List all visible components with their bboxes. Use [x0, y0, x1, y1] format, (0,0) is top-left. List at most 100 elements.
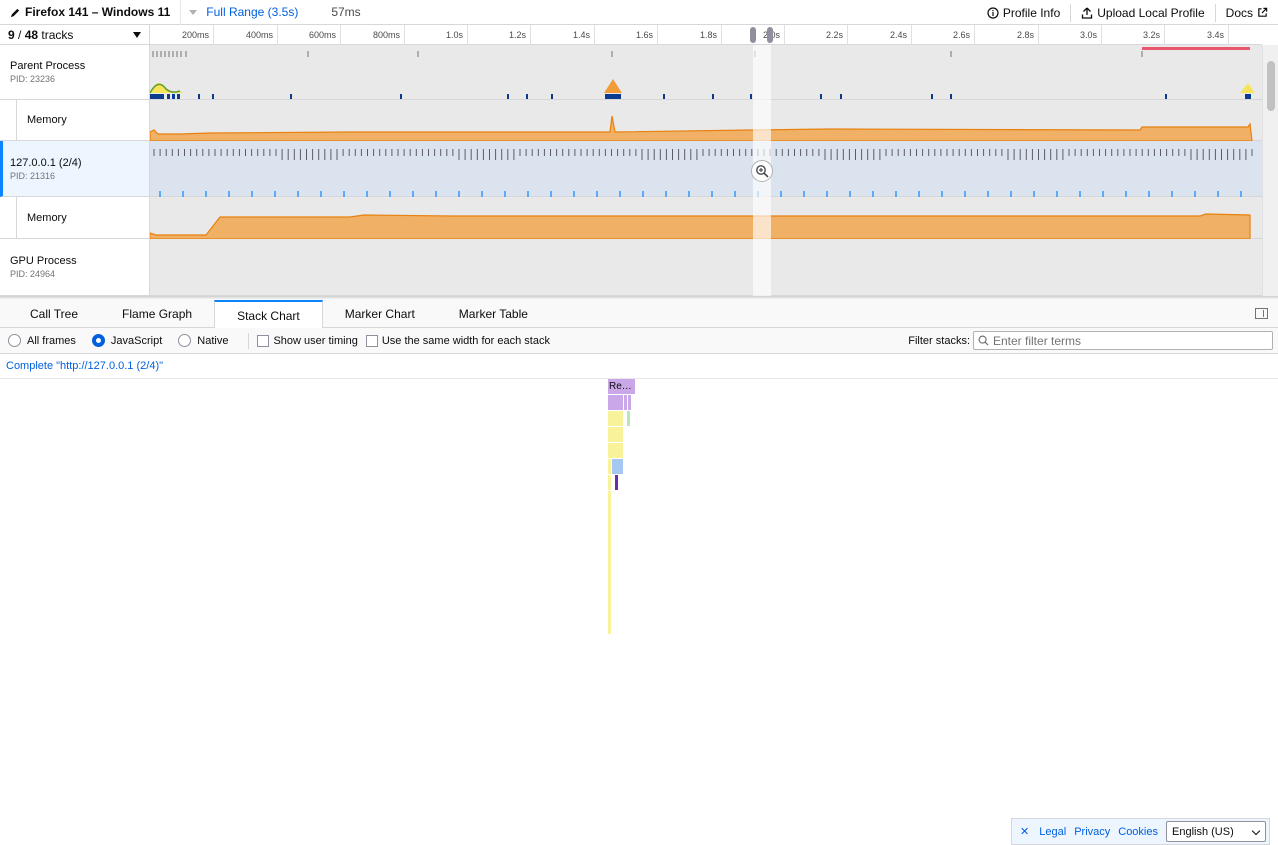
- track-memory-parent[interactable]: Memory: [16, 100, 150, 141]
- track-gpu-process[interactable]: GPU Process PID: 24964: [0, 239, 150, 296]
- track-content-process[interactable]: 127.0.0.1 (2/4) PID: 21316: [0, 141, 150, 197]
- scrollbar-thumb[interactable]: [1267, 61, 1275, 111]
- track-name: Parent Process: [10, 60, 86, 72]
- stack-frame[interactable]: [627, 411, 630, 426]
- track-pid: PID: 21316: [10, 170, 56, 181]
- ruler-tick-label: 3.4s: [1206, 30, 1224, 40]
- stack-frame[interactable]: [612, 459, 623, 474]
- same-width-checkbox[interactable]: Use the same width for each stack: [365, 334, 550, 347]
- stack-frame[interactable]: [615, 475, 618, 490]
- chevron-down-icon: [1251, 826, 1261, 836]
- pencil-icon: [10, 8, 20, 17]
- checkbox-label: Use the same width for each stack: [381, 334, 550, 347]
- track-memory-content[interactable]: Memory: [16, 197, 150, 239]
- selection-end-handle[interactable]: [767, 27, 773, 43]
- radio-label: All frames: [27, 334, 76, 347]
- stack-frame-label: Re…: [609, 381, 632, 392]
- radio-native[interactable]: Native: [178, 334, 228, 347]
- radio-button[interactable]: [8, 334, 21, 347]
- stack-frame[interactable]: [608, 411, 623, 426]
- uncommitted-range: 57ms: [331, 5, 361, 19]
- profile-info-button[interactable]: Profile Info: [977, 0, 1070, 25]
- tab-marker-chart[interactable]: Marker Chart: [323, 300, 437, 328]
- parent-process-graph-svg: [149, 47, 1255, 99]
- docs-link[interactable]: Docs: [1216, 0, 1278, 25]
- memory-graph-svg: [149, 213, 1251, 240]
- radio-label: Native: [197, 334, 229, 347]
- content-process-activity-graph[interactable]: [150, 141, 1262, 197]
- close-icon[interactable]: ✕: [1020, 825, 1029, 838]
- stack-chart-canvas[interactable]: [0, 379, 1278, 845]
- ruler-tick-label: 600ms: [308, 30, 336, 40]
- ruler-tick-label: 400ms: [245, 30, 273, 40]
- zoom-selection-button[interactable]: [751, 160, 773, 182]
- memory-graph-svg: [149, 115, 1253, 142]
- upload-profile-label: Upload Local Profile: [1097, 5, 1205, 20]
- ruler-tick-label: 3.0s: [1079, 30, 1097, 40]
- show-user-timing-checkbox[interactable]: Show user timing: [257, 334, 358, 347]
- checkbox-label: Show user timing: [273, 334, 358, 347]
- cookies-link[interactable]: Cookies: [1118, 826, 1158, 838]
- radio-javascript[interactable]: JavaScript: [91, 334, 163, 347]
- filter-stacks-input[interactable]: [993, 333, 1263, 348]
- stack-frame[interactable]: [608, 443, 623, 458]
- stack-frame[interactable]: [624, 395, 627, 410]
- filter-label: Filter stacks:: [908, 335, 970, 347]
- language-select[interactable]: English (US): [1166, 821, 1266, 842]
- ruler-tick-label: 800ms: [372, 30, 400, 40]
- selection-start-handle[interactable]: [750, 27, 756, 43]
- filter-stacks-field[interactable]: [973, 331, 1273, 350]
- track-name: Memory: [27, 114, 67, 126]
- stack-frame[interactable]: [628, 395, 631, 410]
- memory-graph-parent[interactable]: [149, 100, 1262, 142]
- ruler-tick-label: 1.2s: [508, 30, 526, 40]
- upload-icon: [1082, 7, 1093, 19]
- radio-label: JavaScript: [110, 334, 163, 347]
- ruler-tick: [1228, 25, 1229, 45]
- radio-button-selected[interactable]: [91, 334, 105, 347]
- tab-stack-chart[interactable]: Stack Chart: [214, 300, 323, 329]
- search-icon: [978, 335, 989, 346]
- sidebar-toggle-icon[interactable]: [1255, 308, 1268, 319]
- separator: [248, 332, 250, 349]
- committed-range-breadcrumb[interactable]: Complete "http://127.0.0.1 (2/4)": [0, 354, 1278, 379]
- checkbox[interactable]: [257, 334, 270, 347]
- timeline-scrollbar[interactable]: [1262, 45, 1278, 296]
- tab-marker-table[interactable]: Marker Table: [437, 300, 550, 328]
- content-process-graph-svg: [153, 149, 1253, 197]
- stack-frame[interactable]: [608, 491, 611, 634]
- ruler-tick-label: 1.0s: [445, 30, 463, 40]
- tab-flame-graph[interactable]: Flame Graph: [100, 300, 214, 328]
- track-selector-button[interactable]: 9 / 48 tracks: [0, 25, 150, 45]
- legal-link[interactable]: Legal: [1039, 826, 1066, 838]
- gpu-process-graph[interactable]: [150, 239, 1262, 296]
- stack-frame[interactable]: [608, 475, 611, 490]
- tracks-word: tracks: [38, 27, 74, 42]
- tab-call-tree[interactable]: Call Tree: [0, 300, 100, 328]
- tracks-total-count: 48: [24, 27, 39, 42]
- track-name: GPU Process: [10, 255, 77, 267]
- stack-frame[interactable]: [608, 427, 623, 442]
- profile-info-label: Profile Info: [1002, 5, 1061, 20]
- profile-name-button[interactable]: Firefox 141 – Windows 11: [0, 0, 182, 25]
- timeline-ruler: 200ms 400ms 600ms 800ms 1.0s 1.2s 1.4s 1.6s 1.8s…: [150, 25, 1262, 45]
- parent-process-activity-graph[interactable]: [149, 45, 1262, 100]
- ruler-tick-label: 2.8s: [1016, 30, 1034, 40]
- radio-all-frames[interactable]: All frames: [8, 334, 76, 347]
- profile-name: Firefox 141 – Windows 11: [25, 5, 171, 19]
- language-value: English (US): [1172, 825, 1234, 838]
- stack-frame[interactable]: [608, 395, 623, 410]
- track-pid: PID: 24964: [10, 269, 56, 279]
- range-breadcrumbs: Full Range (3.5s) 57ms: [181, 0, 361, 25]
- ruler-tick-label: 1.4s: [572, 30, 590, 40]
- track-parent-process[interactable]: Parent Process PID: 23236: [0, 45, 150, 100]
- checkbox[interactable]: [365, 334, 378, 347]
- memory-graph-content[interactable]: [149, 197, 1262, 240]
- radio-button[interactable]: [178, 334, 192, 347]
- full-range-breadcrumb[interactable]: Full Range (3.5s): [206, 5, 298, 19]
- upload-profile-button[interactable]: Upload Local Profile: [1071, 0, 1214, 25]
- top-bar: Firefox 141 – Windows 11 Full Range (3.5…: [0, 0, 1278, 25]
- stack-frame[interactable]: [608, 459, 611, 474]
- ruler-tick-label: 200ms: [181, 30, 209, 40]
- privacy-link[interactable]: Privacy: [1074, 826, 1110, 838]
